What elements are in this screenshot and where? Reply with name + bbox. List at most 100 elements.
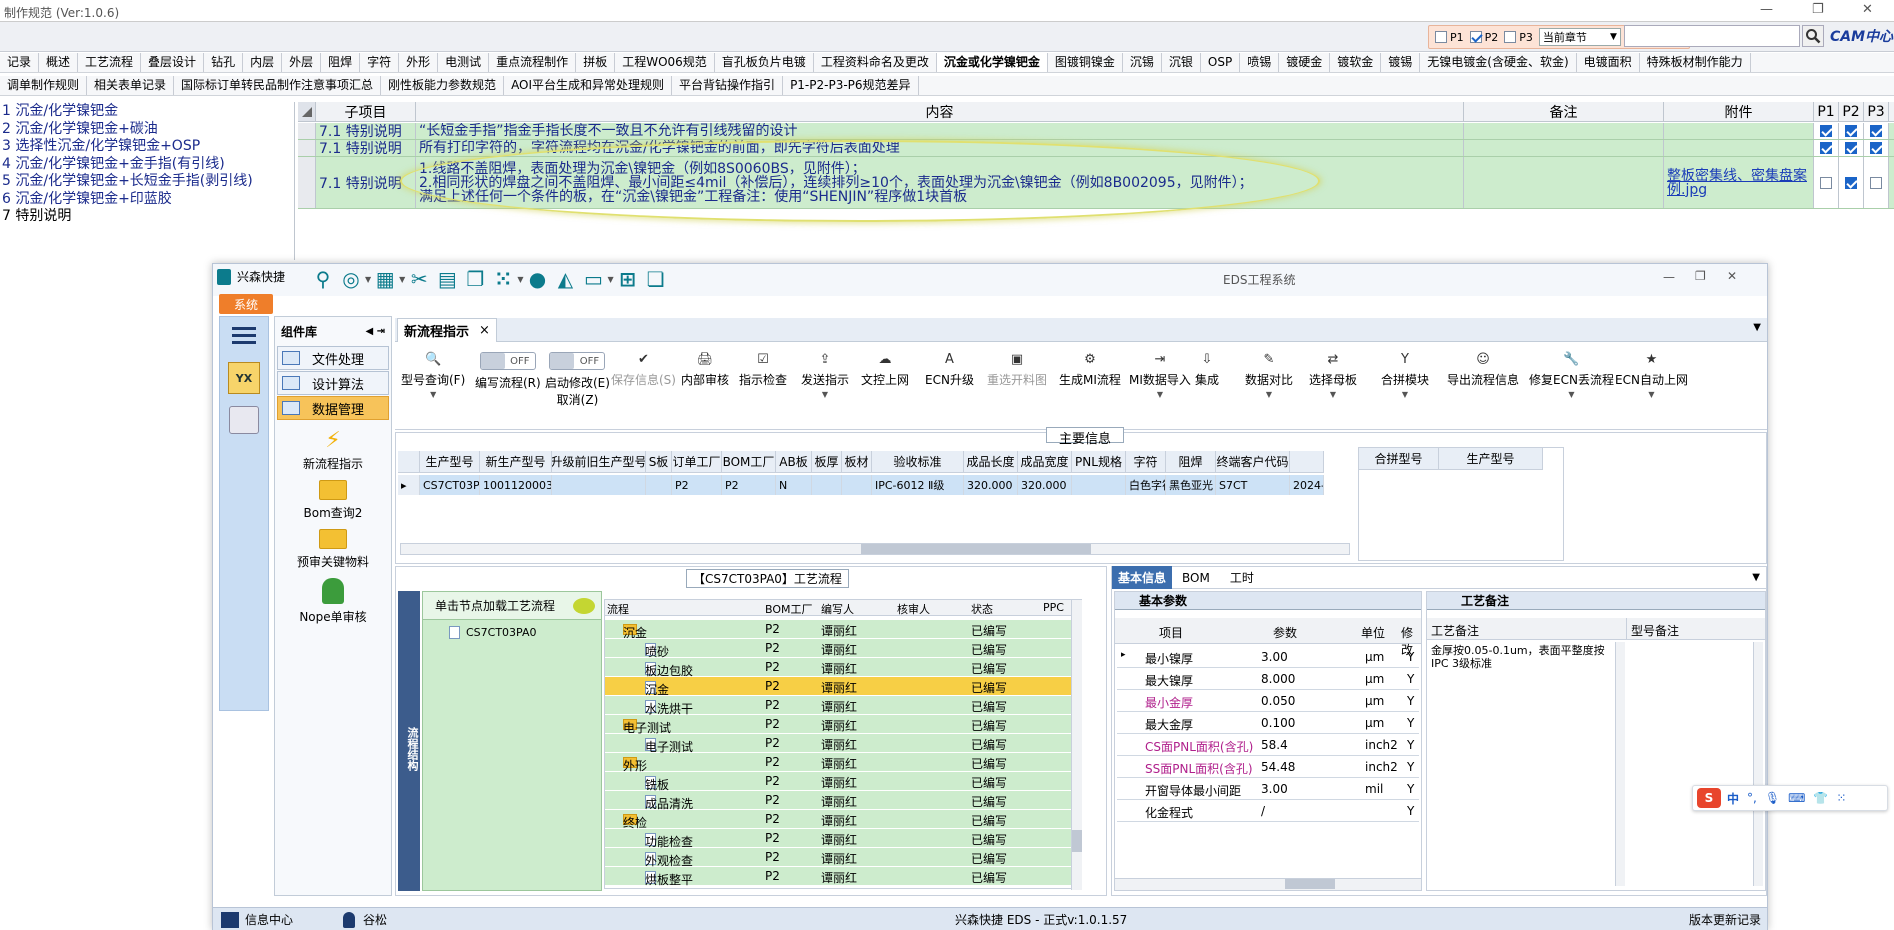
process-tree-row[interactable]: 铣板 P2 谭丽红 已编写 — [605, 772, 1071, 792]
subchapter-tab[interactable]: 调单制作规则 — [0, 76, 88, 95]
monitor-icon[interactable]: ▭ — [579, 267, 607, 291]
toolbar-button[interactable]: 🔍 型号查询(F) ▼ — [401, 352, 465, 399]
close-tab-icon[interactable]: × — [479, 323, 490, 338]
keyboard-icon[interactable]: ⌨ — [1788, 791, 1805, 805]
main-cell[interactable]: 2024-12 — [1290, 475, 1324, 495]
system-tab[interactable]: 系统 — [219, 294, 273, 314]
param-h-scrollbar[interactable] — [1115, 878, 1421, 890]
process-tree-row[interactable]: ⊟电子测试P2谭丽红已编写 — [605, 715, 1071, 735]
process-tree-row[interactable]: ⊟沉金P2谭丽红已编写 — [605, 620, 1071, 640]
main-cell[interactable] — [646, 475, 672, 495]
main-cell[interactable]: P2 — [722, 475, 776, 495]
p3-check[interactable] — [1870, 125, 1882, 137]
toolbar-button[interactable]: OFF 启动修改(E) 取消(Z) — [545, 352, 610, 408]
process-tree-row[interactable]: 喷砂 P2 谭丽红 已编写 — [605, 639, 1071, 659]
model-remark-scrollbar[interactable] — [1753, 642, 1763, 886]
table-icon[interactable]: ▦ — [371, 267, 399, 291]
p3-checkbox[interactable] — [1504, 31, 1517, 43]
info-center-label[interactable]: 信息中心 — [245, 911, 293, 928]
param-row[interactable]: 化金程式 / Y — [1117, 800, 1419, 822]
main-h-scrollbar[interactable] — [400, 543, 1350, 555]
process-tree-row[interactable]: ⊟终检P2谭丽红已编写 — [605, 810, 1071, 830]
remark-scrollbar[interactable] — [1615, 642, 1625, 886]
ime-mode[interactable]: 中 — [1727, 790, 1739, 807]
mic-icon[interactable]: 🎙 — [1765, 791, 1780, 805]
tab-bom[interactable]: BOM — [1172, 571, 1220, 585]
toolbar-button[interactable]: ☑ 指示检查 — [739, 352, 787, 388]
dropdown-caret-icon[interactable]: ▼ — [1568, 390, 1574, 399]
dropdown-caret-icon[interactable]: ▼ — [1648, 390, 1654, 399]
section-list-item[interactable]: 5 沉金/化学镍钯金+长短金手指(剥引线) — [2, 173, 294, 191]
chapter-tab[interactable]: 记录 — [0, 53, 40, 72]
toggle-switch[interactable]: OFF — [549, 352, 606, 370]
info-center-icon[interactable] — [221, 911, 239, 928]
chapter-tab[interactable]: 拼板 — [576, 53, 616, 72]
component-item[interactable]: ⚡ 新流程指示 — [275, 428, 391, 472]
toggle-switch[interactable]: OFF — [479, 352, 536, 370]
p2-checkbox[interactable] — [1469, 31, 1482, 43]
windows-icon[interactable]: ⊞ — [614, 267, 642, 291]
search-icon[interactable]: ⚲ — [309, 267, 337, 291]
param-value[interactable]: 0.050 — [1261, 694, 1295, 708]
main-cell[interactable]: 320.000 — [964, 475, 1018, 495]
toolbar-button[interactable]: Y 合拼模块 ▼ — [1381, 352, 1429, 399]
param-row[interactable]: CS面PNL面积(含孔) 58.4 inch2 Y — [1117, 734, 1419, 756]
tab-menu-icon[interactable]: ▼ — [1753, 322, 1761, 333]
eds-close-button[interactable]: ✕ — [1727, 269, 1737, 283]
skin-icon[interactable]: 👕 — [1813, 791, 1828, 805]
section-list-item[interactable]: 3 选择性沉金/化学镍钯金+OSP — [2, 138, 294, 156]
grid-icon[interactable]: ⁙ — [1836, 791, 1846, 805]
scissors-icon[interactable]: ✂ — [405, 267, 433, 291]
chapter-tab[interactable]: 工程资料命名及更改 — [814, 53, 937, 72]
p1-check[interactable] — [1820, 176, 1832, 189]
section-list-item[interactable]: 6 沉金/化学镍钯金+印蓝胶 — [2, 191, 294, 209]
chapter-tab[interactable]: 镀硬金 — [1279, 53, 1331, 72]
subchapter-tab[interactable]: P1-P2-P3-P6规范差异 — [783, 76, 919, 95]
chart-icon[interactable]: ◭ — [551, 267, 579, 291]
section-list-item[interactable]: 7 特别说明 — [2, 208, 294, 226]
main-cell[interactable]: IPC-6012 Ⅱ级 — [872, 475, 964, 495]
param-value[interactable]: 8.000 — [1261, 672, 1295, 686]
toolbar-button[interactable]: ☁ 文控上网 — [861, 352, 909, 388]
main-cell[interactable] — [1072, 475, 1126, 495]
toolbar-button[interactable]: 🔧 修复ECN丢流程 ▼ — [1529, 352, 1614, 399]
toolbar-button[interactable]: ⇪ 发送指示 ▼ — [801, 352, 849, 399]
param-row[interactable]: ▸ 最小镍厚 3.00 μm Y — [1117, 646, 1419, 668]
toolbar-button[interactable]: OFF 编写流程(R) — [475, 352, 541, 391]
yx-module-icon[interactable]: YX — [228, 362, 260, 394]
select-all-cell[interactable] — [298, 102, 316, 121]
toolbar-button[interactable]: 🖨 内部审核 — [681, 352, 729, 388]
component-button[interactable]: 设计算法 — [277, 371, 389, 395]
param-value[interactable]: / — [1261, 804, 1265, 818]
toolbar-button[interactable]: ✔ 保存信息(S) — [611, 352, 676, 388]
dropdown-caret-icon[interactable]: ▼ — [822, 390, 828, 399]
component-item[interactable]: 预审关键物料 — [275, 529, 391, 570]
section-list-item[interactable]: 2 沉金/化学镍钯金+碳油 — [2, 121, 294, 139]
subchapter-tab[interactable]: 刚性板能力参数规范 — [381, 76, 505, 95]
restore-button[interactable]: ❐ — [1812, 2, 1824, 17]
update-log-link[interactable]: 版本更新记录 — [1689, 911, 1761, 928]
param-row[interactable]: 最大金厚 0.100 μm Y — [1117, 712, 1419, 734]
toolbar-button[interactable]: ⇩ 集成 — [1195, 352, 1219, 388]
chapter-tab[interactable]: 重点流程制作 — [489, 53, 577, 72]
close-button[interactable]: ✕ — [1862, 2, 1873, 17]
param-row[interactable]: 最大镍厚 8.000 μm Y — [1117, 668, 1419, 690]
process-tree-row[interactable]: 外观检查 P2 谭丽红 已编写 — [605, 848, 1071, 868]
main-cell[interactable]: 10011200035985 — [480, 475, 552, 495]
main-cell[interactable]: 白色字符 — [1126, 475, 1166, 495]
param-row[interactable]: 开窗导体最小间距 3.00 mil Y — [1117, 778, 1419, 800]
chapter-tab[interactable]: 无镍电镀金(含硬金、软金) — [1420, 53, 1577, 72]
dropdown-caret-icon[interactable]: ▼ — [1402, 390, 1408, 399]
chapter-tab[interactable]: 工艺流程 — [78, 53, 142, 72]
user-icon[interactable]: ● — [523, 267, 551, 291]
chapter-tab[interactable]: 阻焊 — [321, 53, 361, 72]
main-cell[interactable]: 黑色亚光 — [1166, 475, 1216, 495]
search-input[interactable] — [1624, 25, 1800, 47]
component-button[interactable]: 数据管理 — [277, 396, 389, 420]
component-item[interactable]: Nope单审核 — [275, 578, 391, 625]
row-selector[interactable] — [298, 157, 316, 208]
chapter-tab[interactable]: 喷锡 — [1240, 53, 1280, 72]
process-tree-row[interactable]: ⊟外形P2谭丽红已编写 — [605, 753, 1071, 773]
chapter-tab[interactable]: 电镀面积 — [1577, 53, 1640, 72]
chapter-tab[interactable]: 概述 — [39, 53, 79, 72]
